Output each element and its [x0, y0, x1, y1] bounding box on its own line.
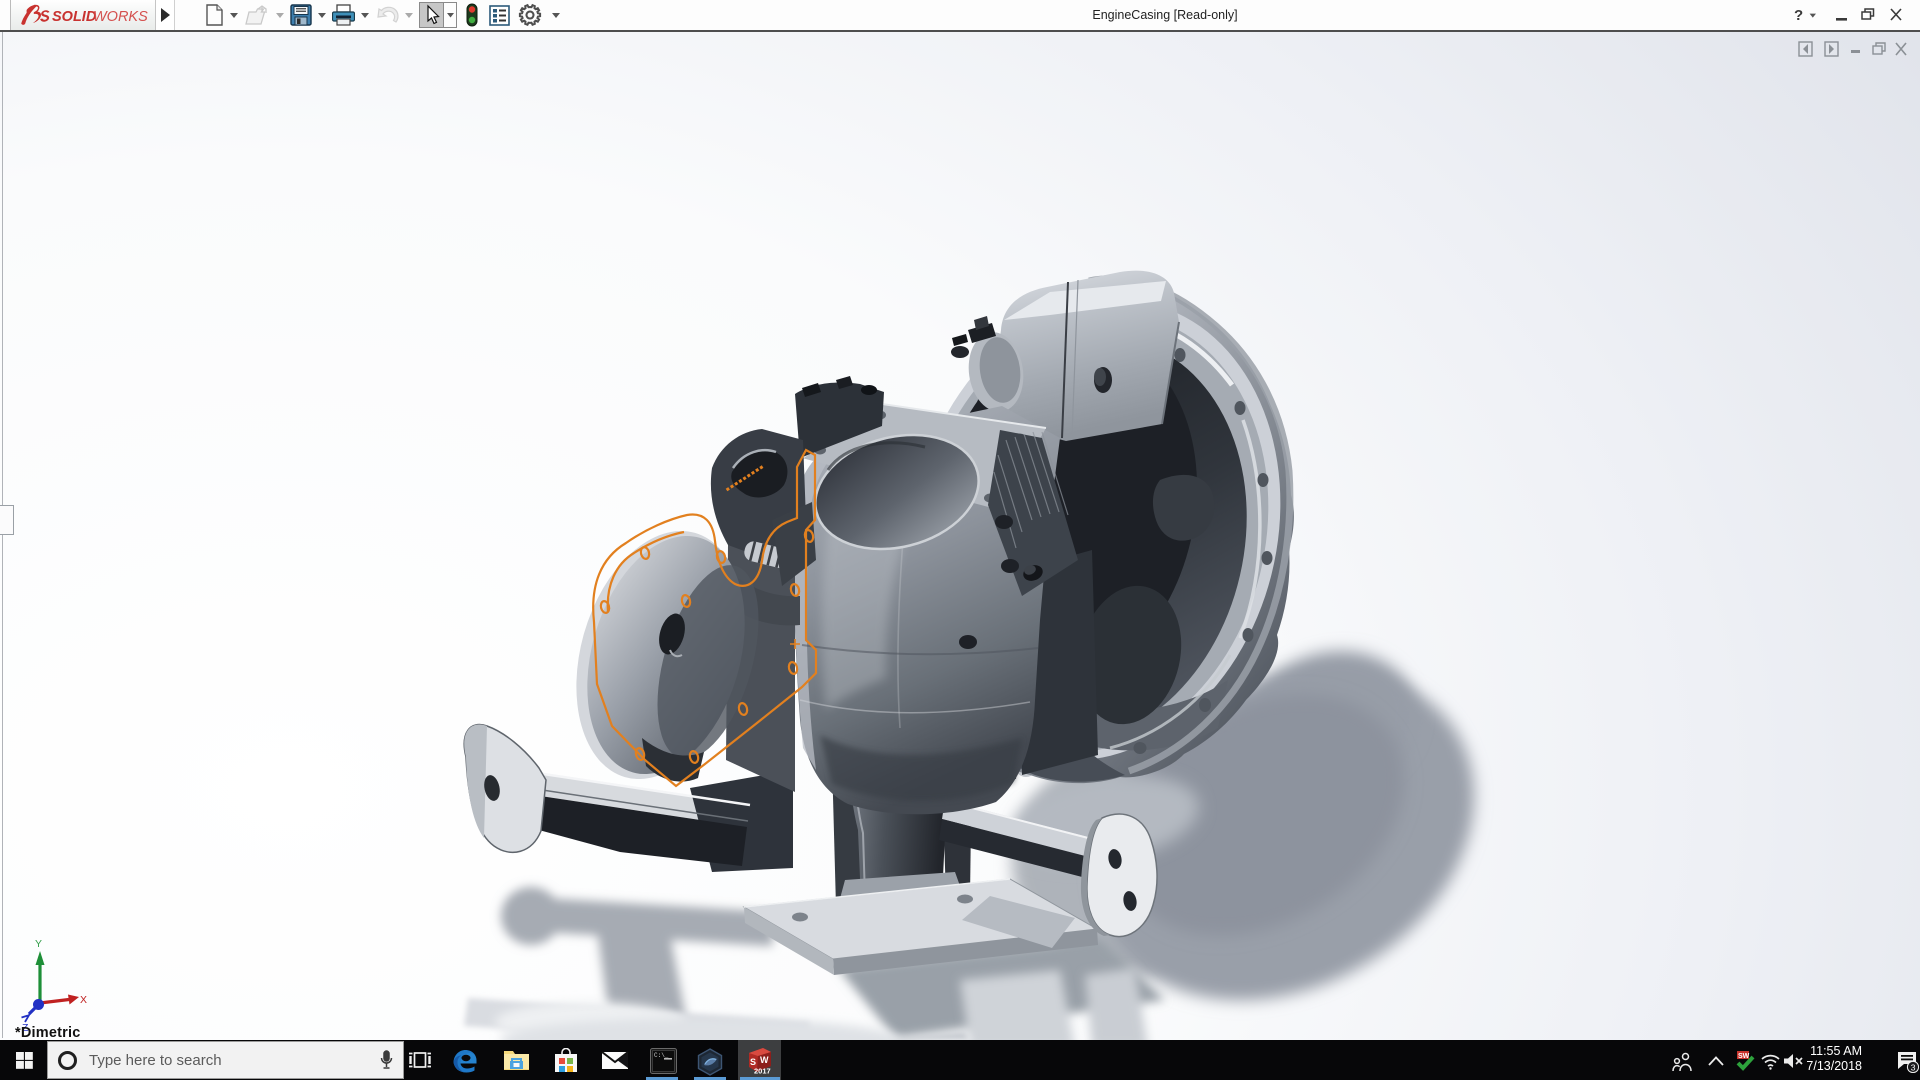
svg-text:X: X: [80, 994, 87, 1006]
svg-text:S: S: [750, 1057, 756, 1067]
svg-text:2017: 2017: [754, 1067, 771, 1076]
svg-text:Y: Y: [35, 938, 42, 950]
svg-text:3: 3: [1911, 1063, 1916, 1073]
svg-text:C:\_: C:\_: [654, 1052, 669, 1059]
svg-text:SW: SW: [1738, 1053, 1750, 1060]
svg-text:?: ?: [1794, 7, 1803, 24]
svg-text:W: W: [760, 1055, 769, 1065]
svg-text:SOLID: SOLID: [52, 9, 97, 25]
svg-text:WORKS: WORKS: [93, 9, 148, 25]
